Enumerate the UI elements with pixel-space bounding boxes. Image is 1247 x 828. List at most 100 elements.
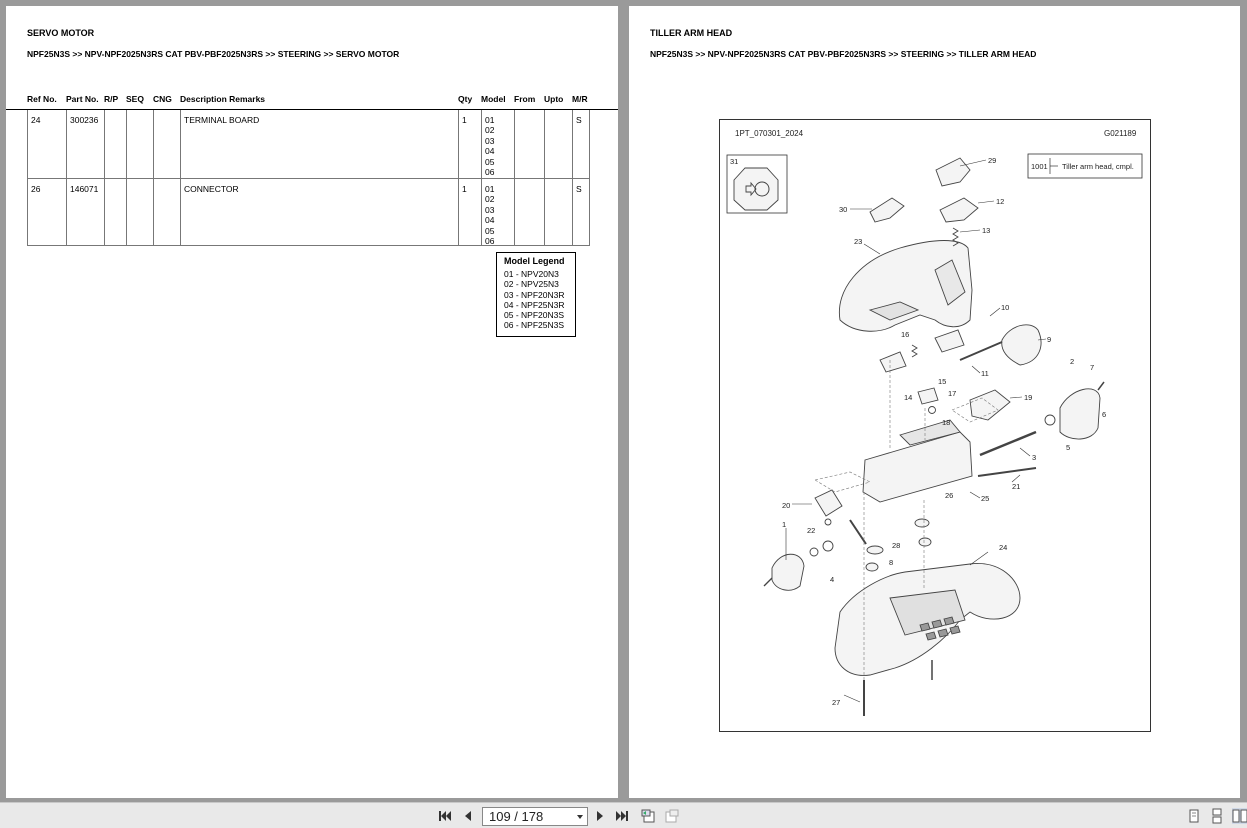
continuous-view-icon[interactable]	[1209, 808, 1225, 824]
model-code: 02	[485, 125, 495, 136]
cell-ref-no: 24	[28, 110, 67, 178]
part-label: 9	[1047, 335, 1051, 344]
page-selector[interactable]: 109 / 178	[482, 807, 588, 826]
model-code: 04	[485, 215, 495, 226]
header-cng: CNG	[153, 94, 172, 104]
inset-31: 31	[726, 154, 788, 214]
model-code: 05	[485, 225, 495, 236]
part-label: 18	[942, 418, 950, 427]
cell-qty: 1	[459, 110, 482, 178]
part-label: 22	[807, 526, 815, 535]
go-forward-view-icon[interactable]	[664, 808, 680, 824]
part-label: 21	[1012, 482, 1020, 491]
model-code: 06	[485, 236, 495, 247]
model-code: 01	[485, 115, 495, 125]
table-row[interactable]: 24 300236 TERMINAL BOARD 1 01 02 03 04 0…	[27, 110, 590, 179]
header-mr: M/R	[572, 94, 588, 104]
cell-mr: S	[576, 184, 582, 194]
viewer-toolbar: 109 / 178	[0, 802, 1247, 828]
model-legend-title: Model Legend	[504, 256, 565, 266]
legend-item: 06 - NPF25N3S	[504, 320, 564, 331]
header-description: Description Remarks	[180, 94, 266, 104]
part-label: 6	[1102, 410, 1106, 419]
page-title: SERVO MOTOR	[27, 28, 95, 38]
cell-cng	[154, 110, 181, 178]
single-page-view-icon[interactable]	[1186, 808, 1202, 824]
model-code: 06	[485, 167, 495, 178]
assembly-callout: 1001 Tiller arm head, cmpl.	[1027, 153, 1143, 179]
callout-ref: 1001	[1031, 162, 1048, 171]
cell-cng	[154, 179, 181, 245]
part-label: 26	[945, 491, 953, 500]
two-page-view-icon[interactable]	[1232, 808, 1247, 824]
cell-seq	[127, 179, 154, 245]
cell-from	[515, 179, 545, 245]
previous-page-icon[interactable]	[460, 808, 476, 824]
part-label: 25	[981, 494, 989, 503]
legend-item: 04 - NPF25N3R	[504, 299, 565, 310]
model-code: 05	[485, 156, 495, 167]
first-page-icon[interactable]	[437, 808, 453, 824]
part-label: 23	[854, 237, 862, 246]
part-label: 7	[1090, 363, 1094, 372]
cell-part-no: 146071	[67, 179, 105, 245]
part-label: 8	[889, 558, 893, 567]
model-code: 01	[485, 184, 495, 194]
model-code: 02	[485, 194, 495, 205]
table-header: Ref No. Part No. R/P SEQ CNG Description…	[6, 94, 618, 110]
figure-code: G021189	[1104, 129, 1137, 138]
page-title: TILLER ARM HEAD	[650, 28, 733, 38]
cell-qty: 1	[459, 179, 482, 245]
cell-description: TERMINAL BOARD	[181, 110, 459, 178]
part-label: 4	[830, 575, 834, 584]
breadcrumb: NPF25N3S >> NPV-NPF2025N3RS CAT PBV-PBF2…	[27, 49, 400, 59]
legend-item: 01 - NPV20N3	[504, 269, 559, 279]
cell-seq	[127, 110, 154, 178]
table-row[interactable]: 26 146071 CONNECTOR 1 01 02 03 04 05 06 …	[27, 179, 590, 246]
left-page: SERVO MOTOR NPF25N3S >> NPV-NPF2025N3RS …	[6, 6, 618, 798]
header-qty: Qty	[458, 94, 473, 104]
go-back-view-icon[interactable]	[640, 808, 656, 824]
cell-from	[515, 110, 545, 178]
part-label: 10	[1001, 303, 1009, 312]
model-code: 03	[485, 135, 495, 146]
part-label: 5	[1066, 443, 1070, 452]
legend-item: 05 - NPF20N3S	[504, 310, 564, 321]
header-upto: Upto	[544, 94, 564, 104]
part-label: 14	[904, 393, 912, 402]
inset-ref: 31	[730, 157, 738, 166]
part-label: 30	[839, 205, 847, 214]
model-legend: Model Legend 01 - NPV20N3 02 - NPV25N3 0…	[496, 252, 576, 337]
part-label: 1	[782, 520, 786, 529]
page-indicator: 109 / 178	[489, 809, 544, 824]
part-label: 11	[981, 369, 989, 378]
cell-rp	[105, 179, 127, 245]
next-page-icon[interactable]	[592, 808, 608, 824]
last-page-icon[interactable]	[614, 808, 630, 824]
header-from: From	[514, 94, 536, 104]
part-label: 19	[1024, 393, 1032, 402]
cell-rp	[105, 110, 127, 178]
cell-models: 01 02 03 04 05 06	[482, 179, 515, 247]
cell-upto	[545, 179, 573, 245]
header-model: Model	[481, 94, 506, 104]
part-label: 29	[988, 156, 996, 165]
header-rp: R/P	[104, 94, 119, 104]
header-ref-no: Ref No.	[27, 94, 57, 104]
part-label: 13	[982, 226, 990, 235]
legend-item: 03 - NPF20N3R	[504, 289, 565, 300]
header-seq: SEQ	[126, 94, 144, 104]
part-label: 27	[832, 698, 840, 707]
part-label: 3	[1032, 453, 1036, 462]
header-part-no: Part No.	[66, 94, 99, 104]
cell-mr: S	[576, 115, 582, 125]
part-label: 24	[999, 543, 1007, 552]
part-label: 28	[892, 541, 900, 550]
model-code: 04	[485, 146, 495, 157]
model-code: 03	[485, 204, 495, 215]
part-label: 15	[938, 377, 946, 386]
legend-item: 02 - NPV25N3	[504, 279, 559, 290]
breadcrumb: NPF25N3S >> NPV-NPF2025N3RS CAT PBV-PBF2…	[650, 49, 1037, 59]
part-label: 16	[901, 330, 909, 339]
callout-text: Tiller arm head, cmpl.	[1062, 162, 1134, 171]
